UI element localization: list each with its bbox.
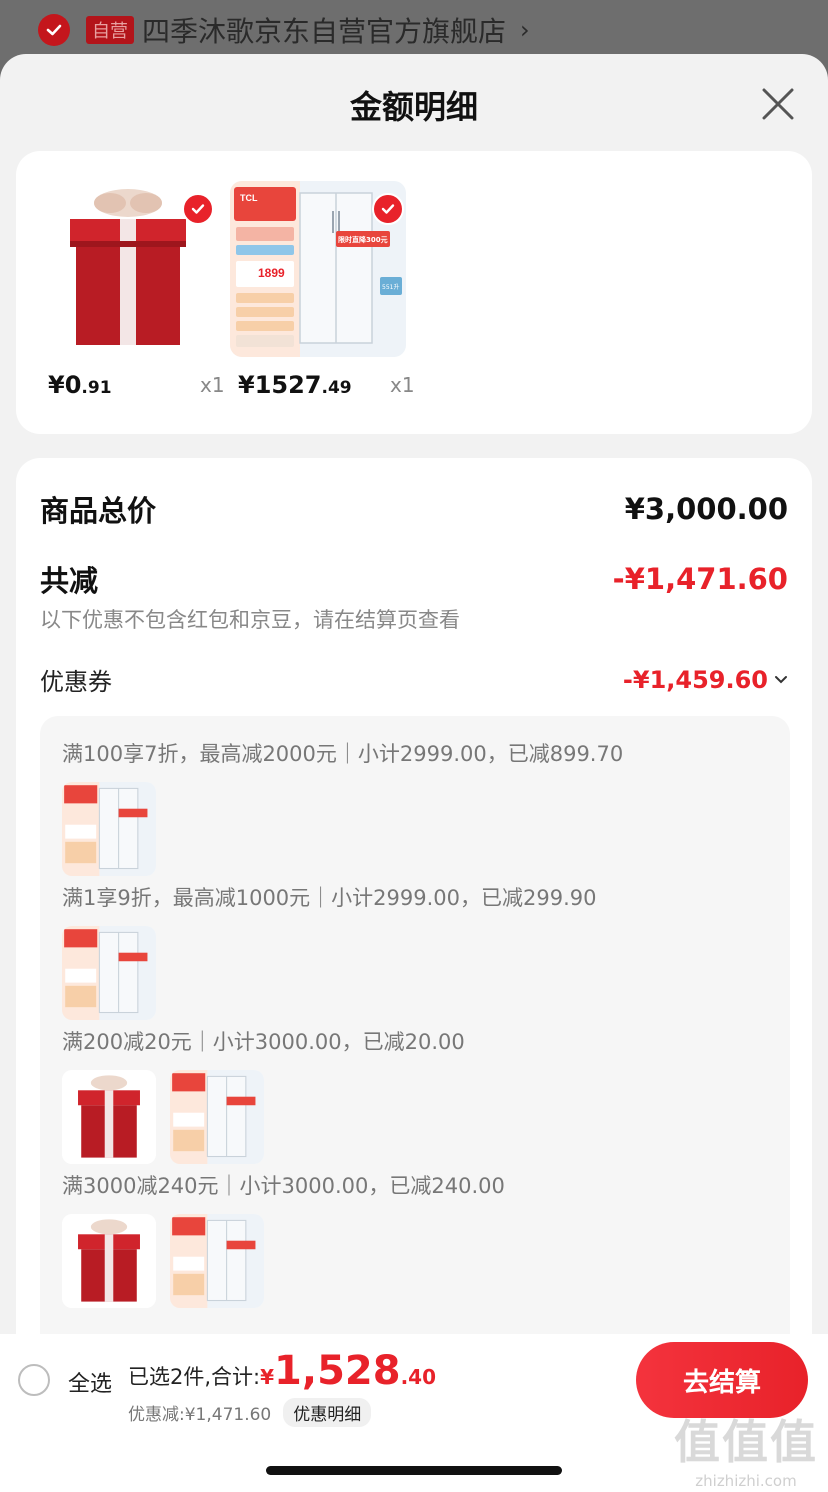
store-name[interactable]: 四季沐歌京东自营官方旗舰店 <box>142 10 506 50</box>
total-price-value: ¥3,000.00 <box>624 492 788 526</box>
price-detail-card: 商品总价 ¥3,000.00 共减 -¥1,471.60 以下优惠不包含红包和京… <box>16 458 812 1358</box>
fridge-thumbnail <box>62 782 156 876</box>
total-amount: 1,528 <box>274 1348 401 1394</box>
fridge-thumbnail <box>62 926 156 1020</box>
select-all-radio[interactable] <box>18 1364 50 1396</box>
check-icon[interactable] <box>38 14 70 46</box>
total-price-row: 商品总价 ¥3,000.00 <box>40 488 788 530</box>
products-card: ¥0.91 x1 TCL 1899 限时直降300元 551升 ¥1527.49… <box>16 151 812 434</box>
coupon-rule-text: 满3000减240元｜小计3000.00，已减240.00 <box>62 1174 505 1198</box>
product-quantity: x1 <box>200 373 225 397</box>
total-amount-decimal: .40 <box>400 1365 437 1389</box>
checkout-bar: 全选 已选2件,合计: ¥ 1,528 .40 优惠减:¥1,471.60 优惠… <box>0 1334 828 1492</box>
selected-count-label: 已选2件,合计: <box>128 1365 261 1389</box>
coupon-row[interactable]: 优惠券 -¥1,459.60 <box>40 662 788 697</box>
coupon-rule-items <box>62 1214 264 1308</box>
total-price-label: 商品总价 <box>40 494 157 528</box>
coupon-rule-text: 满100享7折，最高减2000元｜小计2999.00，已减899.70 <box>62 742 624 766</box>
product-price: ¥0.91 <box>48 371 112 399</box>
select-all-label[interactable]: 全选 <box>68 1366 112 1398</box>
self-operated-badge: 自营 <box>86 16 134 44</box>
gift-box-thumbnail <box>62 1070 156 1164</box>
site-watermark: 值值值 zhizhizhi.com <box>674 1406 818 1490</box>
svg-text:551升: 551升 <box>382 283 399 291</box>
saved-summary: 优惠减:¥1,471.60 优惠明细 <box>128 1398 372 1427</box>
chevron-right-icon[interactable]: › <box>520 16 530 44</box>
coupon-rule-text: 满200减20元｜小计3000.00，已减20.00 <box>62 1030 465 1054</box>
coupon-value[interactable]: -¥1,459.60 <box>623 666 788 694</box>
watermark-logo: 值值值 <box>674 1415 818 1469</box>
coupon-breakdown: 满100享7折，最高减2000元｜小计2999.00，已减899.70 满1享9… <box>40 716 790 1356</box>
amount-detail-sheet: 金额明细 ¥0.91 x1 TCL 1899 限时直降300元 551升 ¥15… <box>0 54 828 1492</box>
sheet-title: 金额明细 <box>349 88 478 126</box>
fridge-thumbnail <box>170 1070 264 1164</box>
discount-detail-button[interactable]: 优惠明细 <box>283 1398 372 1427</box>
product-item-fridge[interactable]: TCL 1899 限时直降300元 551升 ¥1527.49 x1 <box>230 181 415 399</box>
store-header: 自营 四季沐歌京东自营官方旗舰店 › <box>0 0 828 60</box>
discount-note: 以下优惠不包含红包和京豆，请在结算页查看 <box>40 608 460 632</box>
watermark-url: zhizhizhi.com <box>695 1472 797 1490</box>
home-indicator[interactable] <box>266 1466 562 1475</box>
chevron-down-icon[interactable] <box>774 675 788 685</box>
fridge-thumbnail <box>170 1214 264 1308</box>
svg-text:限时直降300元: 限时直降300元 <box>338 235 388 244</box>
coupon-rule-items <box>62 1070 264 1164</box>
currency-symbol: ¥ <box>260 1365 275 1389</box>
gift-box-thumbnail <box>62 1214 156 1308</box>
total-summary: 已选2件,合计: ¥ 1,528 .40 <box>128 1348 436 1394</box>
product-price: ¥1527.49 <box>238 371 352 399</box>
checked-icon[interactable] <box>372 193 404 225</box>
coupon-label: 优惠券 <box>40 668 112 696</box>
svg-text:1899: 1899 <box>258 266 285 280</box>
product-quantity: x1 <box>390 373 415 397</box>
total-reduce-label: 共减 <box>40 564 99 598</box>
coupon-rule-items <box>62 926 156 1020</box>
coupon-rule-text: 满1享9折，最高减1000元｜小计2999.00，已减299.90 <box>62 886 597 910</box>
product-item-gift[interactable]: ¥0.91 x1 <box>40 181 225 399</box>
total-reduce-row: 共减 -¥1,471.60 <box>40 558 788 600</box>
close-icon[interactable] <box>758 84 798 124</box>
total-reduce-value: -¥1,471.60 <box>612 562 788 596</box>
coupon-rule-items <box>62 782 156 876</box>
svg-text:TCL: TCL <box>240 193 258 203</box>
checked-icon[interactable] <box>182 193 214 225</box>
saved-amount: 优惠减:¥1,471.60 <box>128 1405 272 1425</box>
